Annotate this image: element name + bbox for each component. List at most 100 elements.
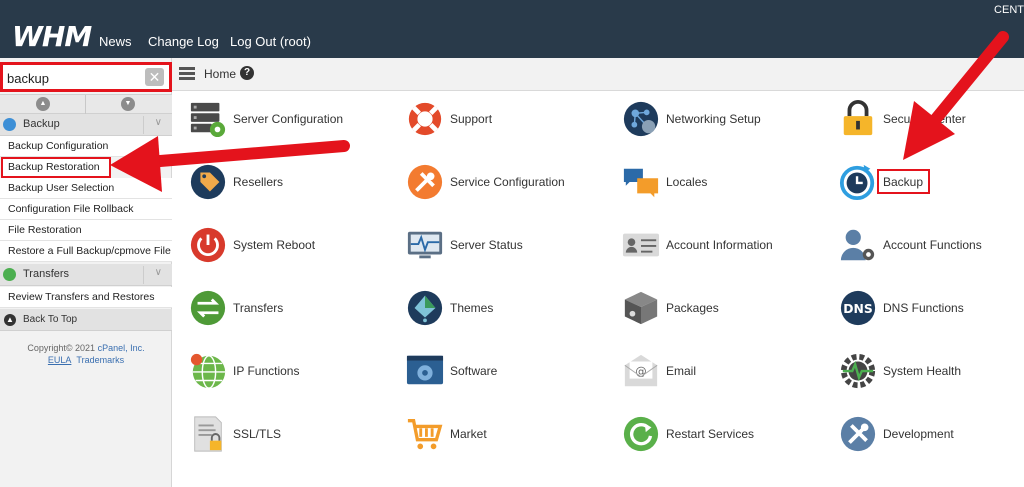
tile-service-configuration[interactable]: Service Configuration [406, 163, 616, 211]
tile-themes[interactable]: Themes [406, 289, 616, 337]
tile-label: Themes [450, 301, 494, 315]
tile-dns-functions[interactable]: DNS DNS Functions [839, 289, 1024, 337]
sidebar-item-configuration-file-rollback[interactable]: Configuration File Rollback [0, 199, 172, 220]
lock-icon [843, 100, 873, 136]
menu-icon[interactable] [179, 67, 195, 80]
clock-icon [839, 164, 875, 201]
tile-label: Support [450, 112, 493, 126]
eula-link[interactable]: EULA [48, 355, 72, 365]
tile-server-configuration[interactable]: Server Configuration [189, 100, 399, 148]
tag-icon [190, 164, 226, 200]
footer: Copyright© 2021 cPanel, Inc. EULA Tradem… [0, 342, 172, 366]
copyright-text: Copyright© 2021 [27, 343, 98, 353]
category-transfers[interactable]: Transfers ∨ [0, 264, 172, 286]
certificate-icon [194, 416, 222, 452]
divider [143, 266, 144, 284]
tile-security-center[interactable]: Security Center [839, 100, 1024, 148]
tile-label: Backup [877, 169, 931, 194]
tile-server-status[interactable]: Server Status [406, 226, 616, 274]
tile-support[interactable]: Support [406, 100, 616, 148]
tile-backup[interactable]: Backup [839, 163, 1024, 211]
tile-label: Transfers [233, 301, 284, 315]
arrow-up-icon: ▲ [4, 314, 16, 326]
tile-account-information[interactable]: Account Information [622, 226, 832, 274]
chevron-down-icon[interactable]: ∨ [155, 267, 162, 278]
tile-label: Development [883, 427, 954, 441]
sidebar-item-review-transfers[interactable]: Review Transfers and Restores [0, 287, 172, 308]
back-to-top-label: Back To Top [23, 314, 78, 325]
tile-label: Software [450, 364, 498, 378]
sidebar-item-backup-user-selection[interactable]: Backup User Selection [0, 178, 172, 199]
network-icon [623, 101, 659, 137]
dns-icon: DNS [840, 290, 876, 326]
tile-ip-functions[interactable]: IP Functions [189, 352, 399, 400]
sidebar-item-restore-full-backup[interactable]: Restore a Full Backup/cpmove File [0, 241, 172, 262]
category-backup[interactable]: Backup ∨ [0, 114, 172, 136]
clear-search-icon[interactable]: ✕ [145, 68, 164, 86]
divider [85, 95, 86, 115]
tile-label: Resellers [233, 175, 284, 189]
tile-label: Networking Setup [666, 112, 761, 126]
tile-label: Email [666, 364, 697, 378]
window-gear-icon [406, 355, 444, 385]
tile-label: Locales [666, 175, 708, 189]
restart-icon [623, 416, 659, 452]
tile-restart-services[interactable]: Restart Services [622, 415, 832, 463]
search-input[interactable] [7, 67, 142, 89]
svg-text:DNS: DNS [843, 302, 872, 316]
back-to-top[interactable]: ▲ Back To Top [0, 309, 172, 331]
divider [143, 116, 144, 134]
tile-account-functions[interactable]: Account Functions [839, 226, 1024, 274]
tile-label: System Reboot [233, 238, 316, 252]
tile-email[interactable]: @ Email [622, 352, 832, 400]
search-box: ✕ [0, 62, 172, 92]
tile-software[interactable]: Software [406, 352, 616, 400]
cpanel-link[interactable]: cPanel, Inc. [98, 343, 145, 353]
transfer-arrows-icon [190, 290, 226, 326]
tile-system-reboot[interactable]: System Reboot [189, 226, 399, 274]
svg-text:@: @ [635, 364, 646, 378]
tile-market[interactable]: Market [406, 415, 616, 463]
help-icon[interactable]: ? [240, 66, 254, 80]
user-gear-icon [840, 229, 875, 261]
tile-label: Server Configuration [233, 112, 344, 126]
tile-packages[interactable]: Packages [622, 289, 832, 337]
collapse-controls: ▲ ▼ [0, 94, 172, 115]
tile-ssl-tls[interactable]: SSL/TLS [189, 415, 399, 463]
gear-pulse-icon [840, 353, 876, 389]
nav-change-log[interactable]: Change Log [148, 34, 219, 49]
tile-label: Account Functions [883, 238, 982, 252]
tile-label: DNS Functions [883, 301, 964, 315]
server-name: CENT [994, 4, 1024, 16]
tile-label: Security Center [883, 112, 966, 126]
sidebar-item-backup-configuration[interactable]: Backup Configuration [0, 136, 172, 157]
sidebar: ✕ ▲ ▼ Backup ∨ Backup Configuration Back… [0, 58, 172, 487]
globe-icon [190, 353, 226, 389]
sidebar-item-file-restoration[interactable]: File Restoration [0, 220, 172, 241]
nav-log-out[interactable]: Log Out (root) [230, 34, 311, 49]
expand-all-icon[interactable]: ▼ [121, 97, 135, 111]
sidebar-item-backup-restoration[interactable]: Backup Restoration [1, 157, 111, 178]
trademarks-link[interactable]: Trademarks [76, 355, 124, 365]
collapse-all-icon[interactable]: ▲ [36, 97, 50, 111]
tile-label: Packages [666, 301, 719, 315]
nav-news[interactable]: News [99, 34, 132, 49]
box-icon [624, 291, 658, 325]
chevron-down-icon[interactable]: ∨ [155, 117, 162, 128]
tile-transfers[interactable]: Transfers [189, 289, 399, 337]
tile-networking-setup[interactable]: Networking Setup [622, 100, 832, 148]
tile-locales[interactable]: Locales [622, 163, 832, 211]
tile-label: Restart Services [666, 427, 755, 441]
breadcrumb-home[interactable]: Home [204, 67, 236, 81]
transfers-category-icon [3, 268, 16, 281]
speech-bubbles-icon [623, 168, 659, 198]
tile-development[interactable]: Development [839, 415, 1024, 463]
backup-category-icon [3, 118, 16, 131]
tile-label: SSL/TLS [233, 427, 282, 441]
tile-resellers[interactable]: Resellers [189, 163, 399, 211]
annotation-arrow-left [142, 140, 350, 168]
id-card-icon [622, 233, 660, 257]
tile-system-health[interactable]: System Health [839, 352, 1024, 400]
whm-logo[interactable]: WHM [12, 20, 92, 53]
power-icon [190, 227, 226, 263]
